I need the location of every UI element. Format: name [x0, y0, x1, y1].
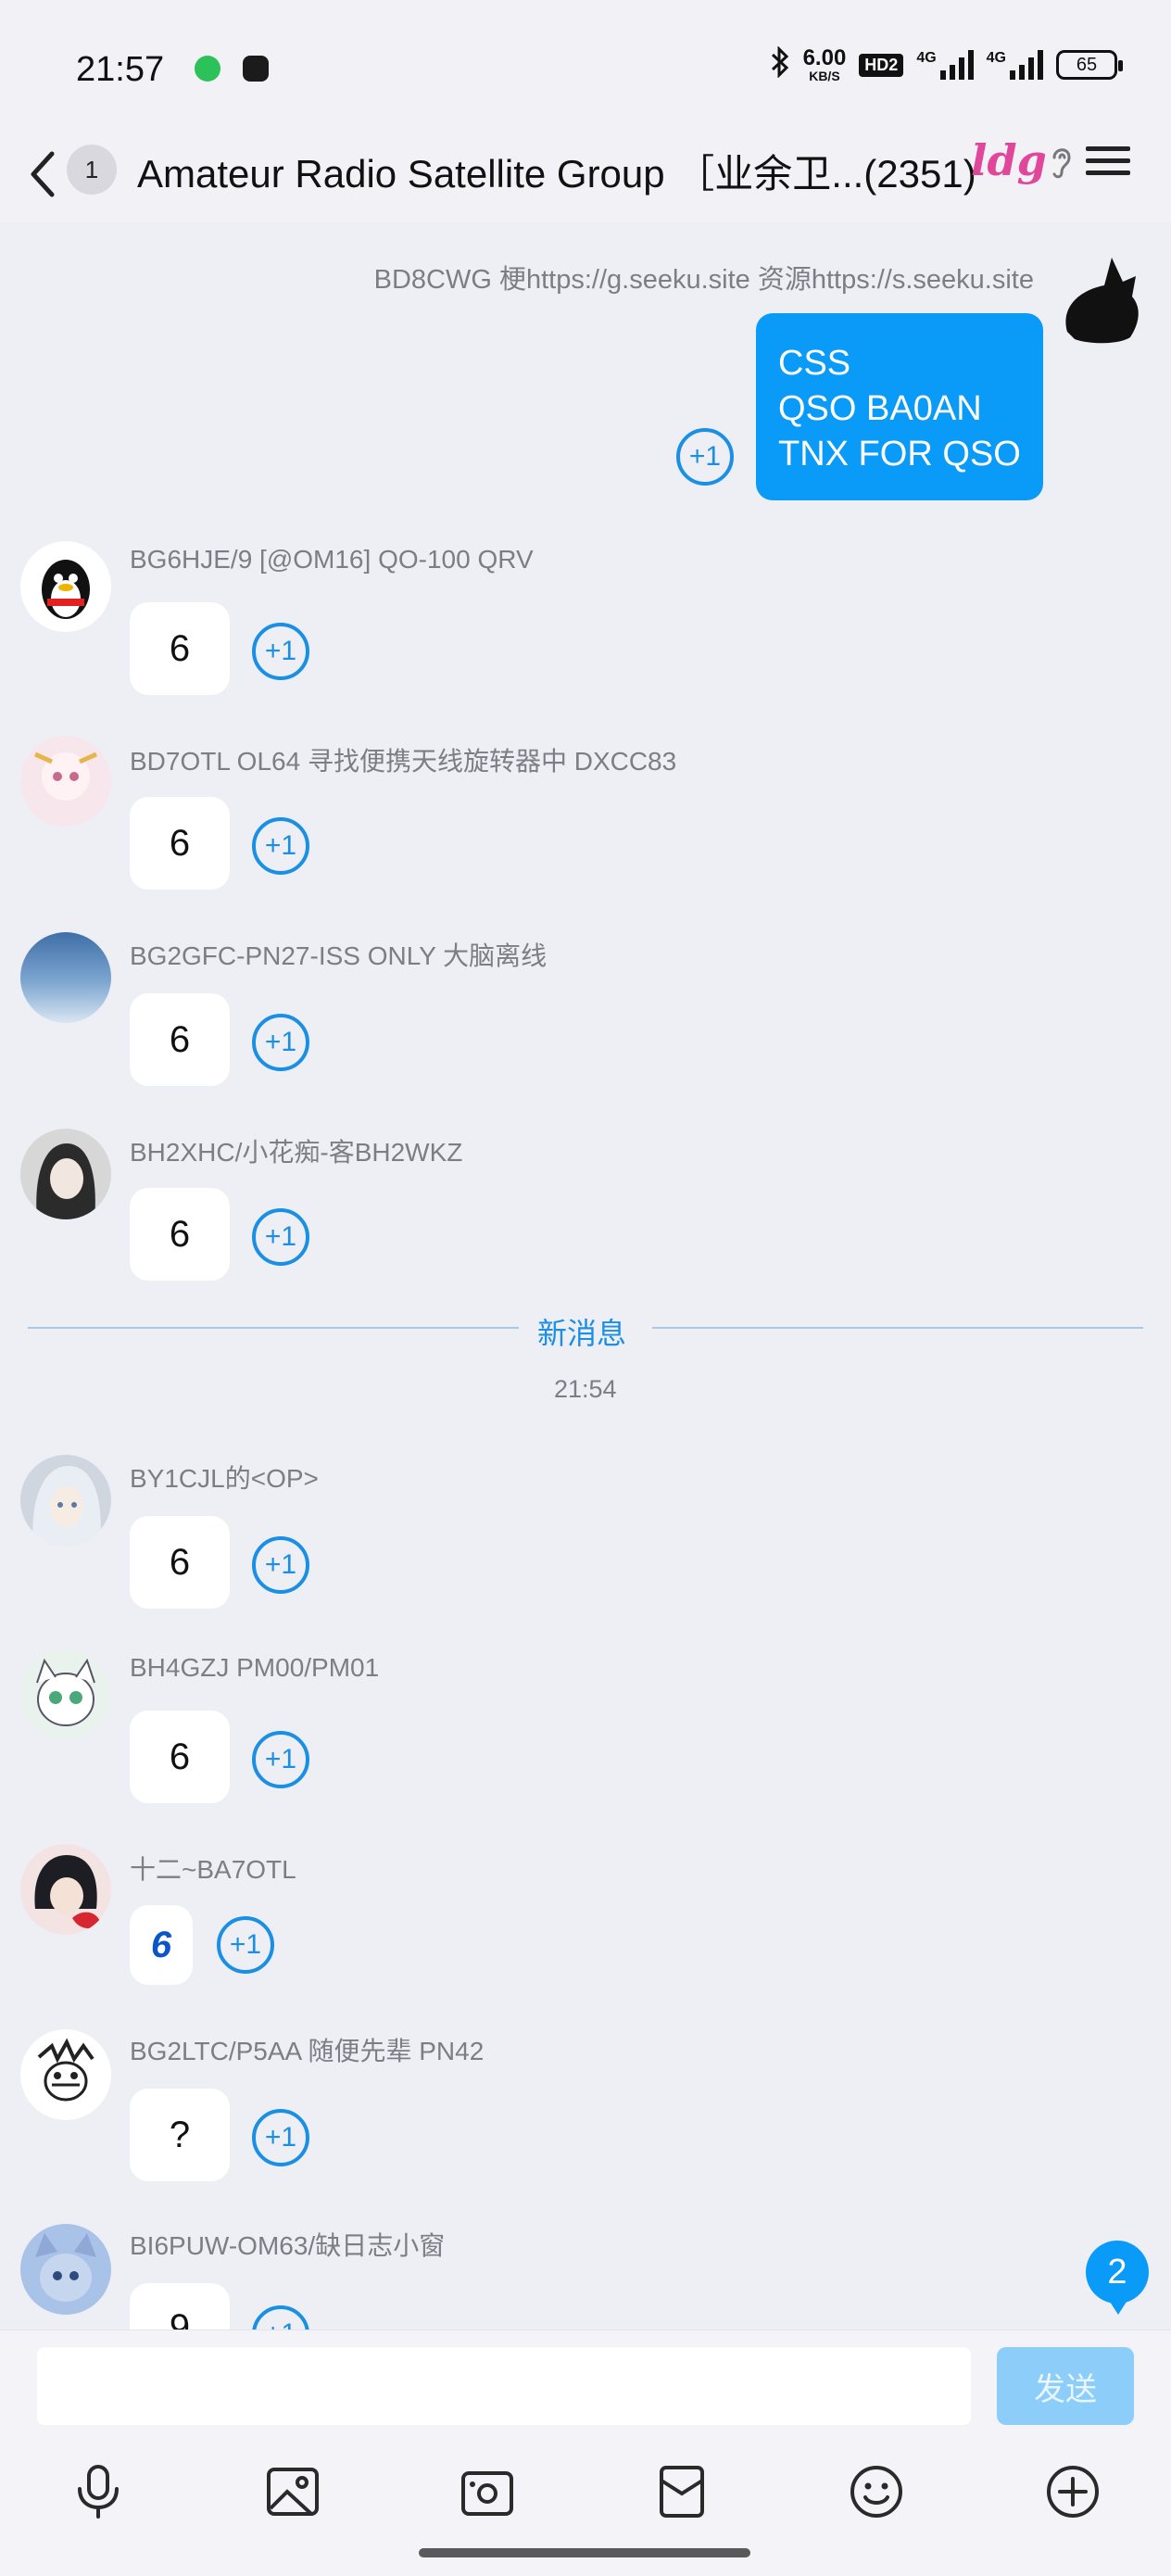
sender-name: BI6PUW-OM63/缺日志小窗	[130, 2231, 446, 2260]
sender-name: 十二~BA7OTL	[130, 1855, 296, 1884]
unread-messages-badge[interactable]: 2	[1086, 2241, 1149, 2315]
avatar[interactable]	[20, 932, 111, 1023]
chat-header: 1 Amateur Radio Satellite Group ［业余卫...(…	[0, 130, 1171, 222]
chat-title[interactable]: Amateur Radio Satellite Group ［业余卫...(23…	[137, 143, 976, 199]
plus-one-button[interactable]: +1	[252, 1014, 309, 1071]
app-notification-icon	[243, 56, 269, 82]
sender-name: BD7OTL OL64 寻找便携天线旋转器中 DXCC83	[130, 747, 677, 776]
plus-one-button[interactable]: +1	[252, 1208, 309, 1266]
network-speed: 6.00 KB/S	[802, 45, 847, 83]
sender-name: BH4GZJ PM00/PM01	[130, 1653, 380, 1682]
plus-one-button[interactable]: +1	[252, 623, 309, 680]
avatar[interactable]	[20, 1455, 111, 1546]
divider-left	[28, 1327, 519, 1329]
home-indicator[interactable]	[419, 2548, 750, 2557]
image-icon[interactable]	[259, 2458, 326, 2525]
message-bubble[interactable]: 6	[130, 1188, 230, 1281]
chevron-left-icon	[31, 151, 55, 197]
sender-name: BG2GFC-PN27-ISS ONLY 大脑离线	[130, 941, 548, 970]
plus-one-button[interactable]: +1	[217, 1916, 274, 1974]
ear-icon[interactable]	[1049, 143, 1075, 184]
back-button[interactable]: 1	[28, 137, 120, 211]
battery-icon: 65	[1056, 50, 1123, 80]
message-input[interactable]	[37, 2347, 971, 2425]
plus-one-button[interactable]: +1	[252, 1536, 309, 1594]
avatar[interactable]	[20, 1129, 111, 1219]
message-bubble[interactable]: 6	[130, 993, 230, 1086]
avatar[interactable]	[20, 2224, 111, 2315]
self-avatar[interactable]	[1047, 248, 1158, 360]
emoji-icon[interactable]	[843, 2458, 910, 2525]
avatar[interactable]	[20, 541, 111, 632]
sender-name: BH2XHC/小花痴-客BH2WKZ	[130, 1138, 463, 1167]
plus-one-button[interactable]: +1	[252, 2109, 309, 2166]
plus-one-button[interactable]: +1	[252, 1731, 309, 1788]
bluetooth-icon	[770, 45, 790, 83]
message-bubble[interactable]: 6	[130, 602, 230, 695]
plus-one-button[interactable]: +1	[252, 817, 309, 875]
wechat-notification-icon	[195, 56, 220, 82]
avatar[interactable]	[20, 1649, 111, 1740]
new-messages-label: 新消息	[537, 1317, 627, 1350]
message-bubble[interactable]: 6	[130, 1711, 230, 1803]
sender-name: BG2LTC/P5AA 随便先辈 PN42	[130, 2037, 485, 2065]
self-sender-name: BD8CWG 梗https://g.seeku.site 资源https://s…	[373, 265, 1034, 295]
send-button[interactable]: 发送	[997, 2347, 1134, 2425]
avatar[interactable]	[20, 736, 111, 827]
self-message-bubble[interactable]: CSS QSO BA0AN TNX FOR QSO	[756, 313, 1043, 500]
message-bubble[interactable]: 6	[130, 1905, 193, 1985]
menu-icon[interactable]	[1086, 139, 1130, 183]
status-icons: 6.00 KB/S HD2 4G 4G 65	[770, 45, 1123, 83]
plus-circle-icon[interactable]	[1039, 2458, 1106, 2525]
status-bar: 21:57 6.00 KB/S HD2 4G 4G 65	[0, 0, 1171, 139]
hd-voice-badge: HD2	[859, 53, 904, 77]
sender-name: BY1CJL的<OP>	[130, 1464, 319, 1493]
sender-name: BG6HJE/9 [@OM16] QO-100 QRV	[130, 545, 534, 574]
unread-count-badge: 1	[67, 145, 117, 195]
timestamp: 21:54	[554, 1375, 617, 1403]
avatar[interactable]	[20, 2029, 111, 2120]
composer-bar: 发送	[0, 2330, 1171, 2576]
camera-icon[interactable]	[454, 2458, 521, 2525]
plus-one-button[interactable]: +1	[676, 428, 734, 486]
message-bubble[interactable]: 6	[130, 1516, 230, 1609]
message-bubble[interactable]: ?	[130, 2089, 230, 2181]
group-level-badge: ldg	[971, 135, 1047, 185]
signal-icon-1: 4G	[916, 50, 974, 80]
red-packet-icon[interactable]	[648, 2458, 715, 2525]
status-time: 21:57	[76, 50, 165, 89]
microphone-icon[interactable]	[65, 2458, 132, 2525]
avatar[interactable]	[20, 1844, 111, 1935]
divider-right	[652, 1327, 1143, 1329]
message-bubble[interactable]: 6	[130, 797, 230, 890]
signal-icon-2: 4G	[987, 50, 1043, 80]
